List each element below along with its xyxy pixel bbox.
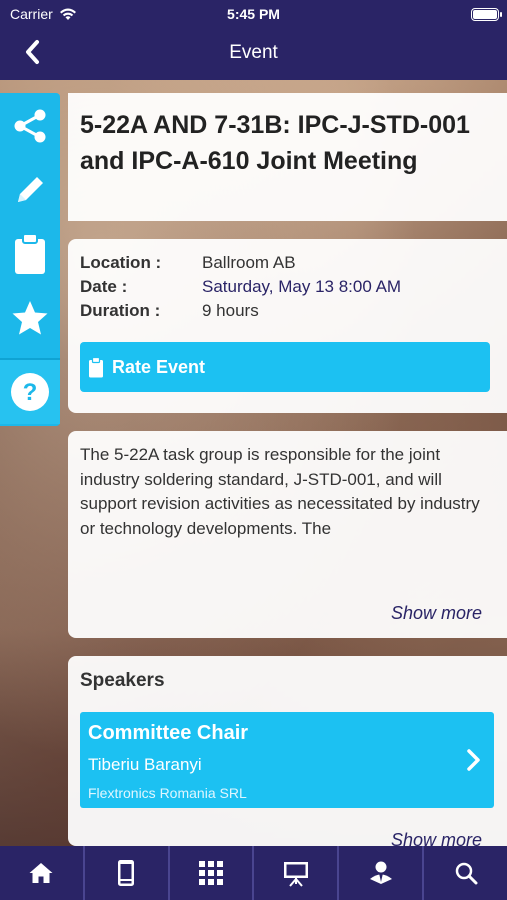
tab-home[interactable] (0, 846, 85, 900)
tab-apps[interactable] (170, 846, 255, 900)
rate-event-label: Rate Event (112, 356, 206, 377)
description-card: The 5-22A task group is responsible for … (68, 431, 507, 638)
location-label: Location : (80, 253, 162, 272)
event-description: The 5-22A task group is responsible for … (80, 445, 480, 538)
tab-search[interactable] (424, 846, 507, 900)
notes-button[interactable] (0, 157, 60, 223)
page-title: Event (229, 42, 278, 63)
tab-speakers[interactable] (339, 846, 425, 900)
status-bar: Carrier 5:45 PM (0, 6, 507, 24)
tab-mobile[interactable] (85, 846, 170, 900)
phone-icon (118, 860, 135, 886)
speaker-name: Tiberiu Baranyi (88, 755, 202, 774)
person-icon (369, 861, 392, 884)
svg-text:?: ? (23, 379, 38, 406)
survey-button[interactable] (0, 221, 60, 287)
nav-bar: Event (0, 38, 507, 68)
location-value: Ballroom AB (202, 253, 296, 272)
presentation-icon (283, 862, 308, 887)
speakers-card: Speakers Committee Chair Tiberiu Baranyi… (68, 656, 507, 850)
location-row: Location : Ballroom AB (80, 253, 493, 277)
duration-label: Duration : (80, 301, 161, 320)
search-icon (455, 862, 478, 885)
speaker-role: Committee Chair (88, 722, 249, 744)
pencil-icon (18, 177, 43, 202)
favorite-button[interactable] (0, 285, 60, 351)
action-sidebar: ? (0, 93, 60, 426)
clipboard-icon (89, 356, 103, 377)
speakers-heading: Speakers (80, 670, 165, 691)
duration-row: Duration : 9 hours (80, 301, 493, 325)
speaker-org: Flextronics Romania SRL (88, 785, 247, 801)
event-info-card: Location : Ballroom AB Date : Saturday, … (68, 239, 507, 413)
event-title: 5-22A AND 7-31B: IPC-J-STD-001 and IPC-A… (80, 111, 470, 175)
clipboard-icon (15, 233, 45, 274)
duration-value: 9 hours (202, 301, 259, 320)
star-icon (12, 301, 48, 335)
top-bar: Carrier 5:45 PM Event (0, 0, 507, 80)
rate-event-button[interactable]: Rate Event (80, 342, 490, 392)
date-label: Date : (80, 277, 128, 296)
date-row: Date : Saturday, May 13 8:00 AM (80, 277, 493, 301)
battery-icon (471, 8, 502, 21)
share-icon (14, 109, 46, 143)
chevron-right-icon (467, 749, 480, 771)
tab-sessions[interactable] (254, 846, 340, 900)
speaker-item[interactable]: Committee Chair Tiberiu Baranyi Flextron… (80, 712, 494, 808)
home-icon (29, 863, 53, 883)
grid-icon (199, 861, 224, 885)
event-title-card: 5-22A AND 7-31B: IPC-J-STD-001 and IPC-A… (68, 93, 507, 221)
clock: 5:45 PM (227, 6, 280, 22)
bottom-tab-bar (0, 846, 507, 900)
description-show-more-link[interactable]: Show more (391, 603, 482, 624)
date-value[interactable]: Saturday, May 13 8:00 AM (202, 277, 401, 297)
share-button[interactable] (0, 93, 60, 159)
help-button[interactable]: ? (0, 358, 60, 424)
help-icon: ? (11, 373, 49, 411)
